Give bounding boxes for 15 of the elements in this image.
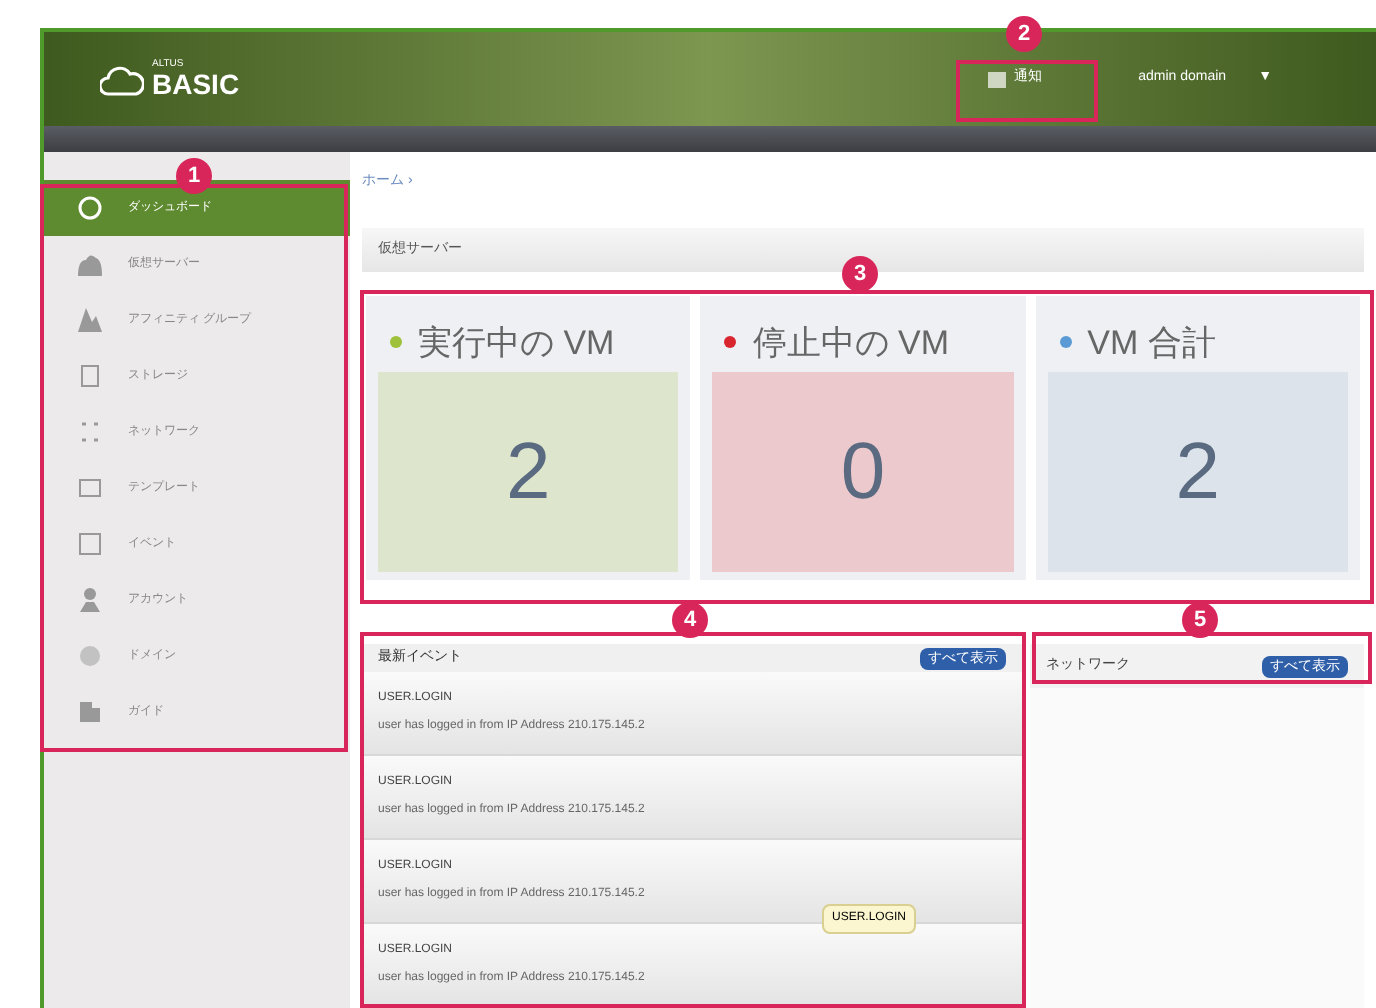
stat-value: 2 (1175, 426, 1220, 520)
logo-text: BASIC (152, 70, 240, 98)
network-icon (76, 418, 104, 446)
stat-label: 実行中の VM (418, 326, 615, 360)
cloud-logo-icon (100, 63, 144, 95)
dashboard-icon (76, 194, 104, 222)
highlight-frame (956, 60, 1098, 122)
callout-badge: 2 (1006, 16, 1042, 52)
stat-label: 停止中の VM (752, 326, 950, 360)
storage-icon (76, 362, 104, 390)
stat-value: 0 (840, 426, 886, 520)
stat-label: VM 合計 (1087, 326, 1216, 360)
stat-value: 2 (506, 426, 551, 520)
person-icon (76, 586, 104, 614)
template-icon (76, 474, 104, 502)
